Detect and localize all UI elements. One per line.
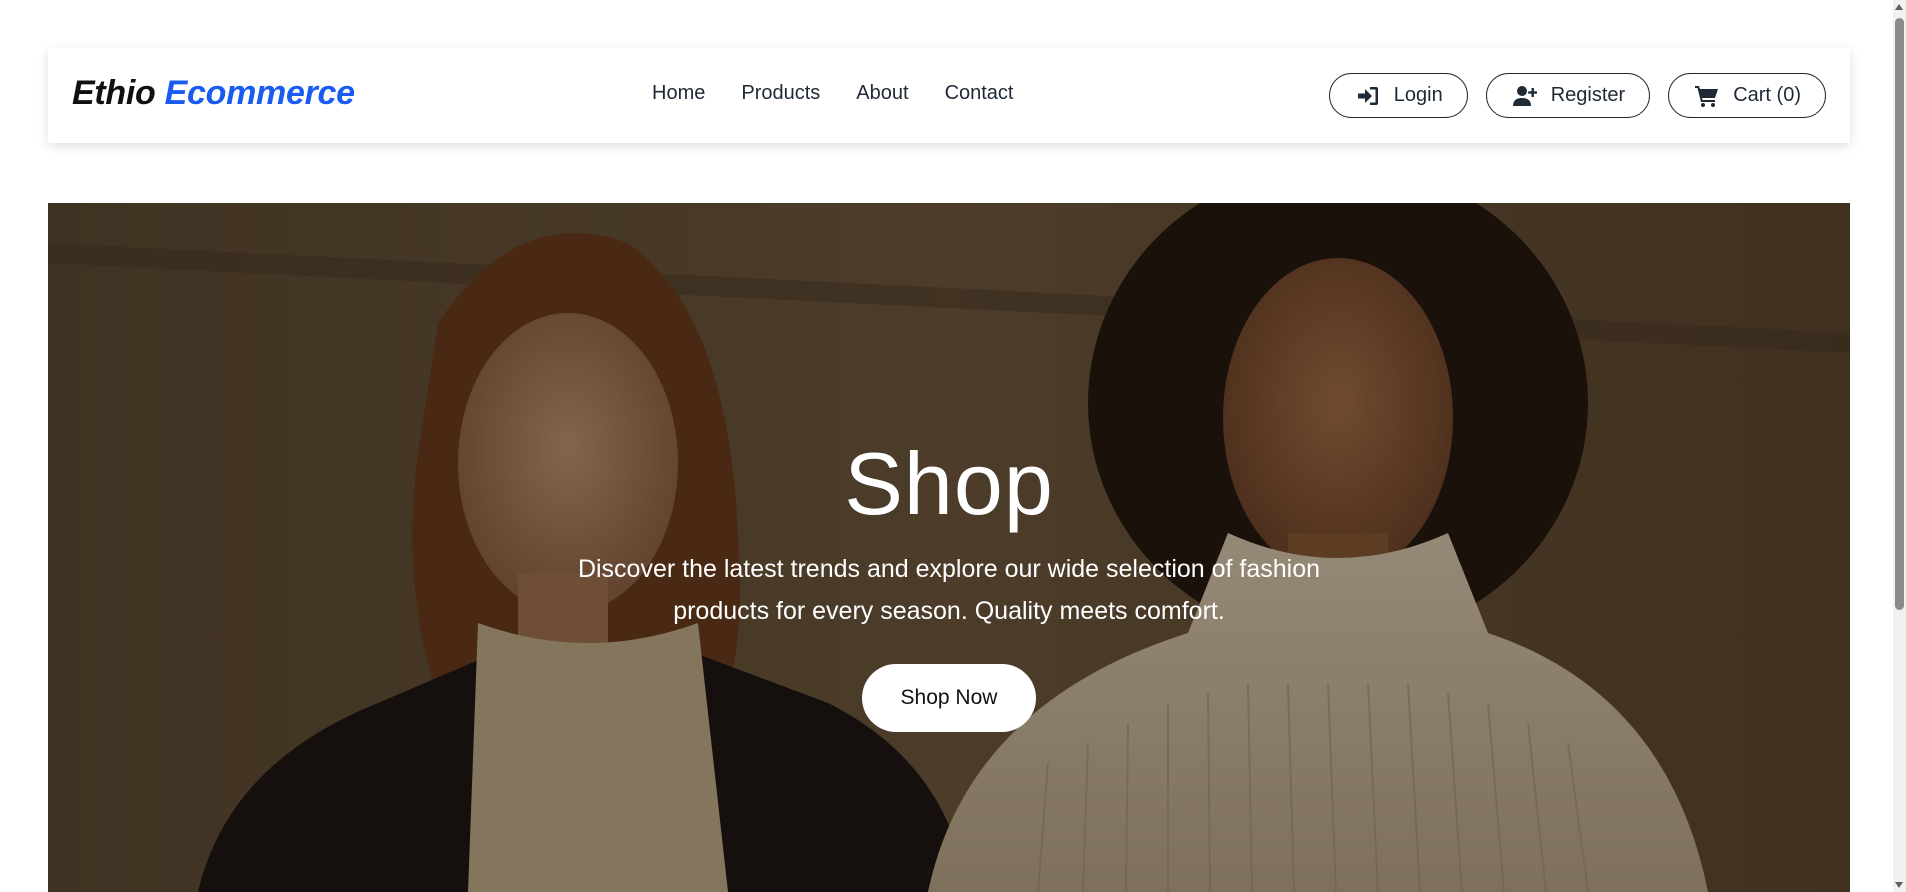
shopping-cart-icon <box>1695 85 1719 107</box>
page: Ethio Ecommerce Home Products About Cont… <box>0 0 1906 892</box>
vertical-scrollbar[interactable] <box>1893 0 1906 892</box>
main-nav: Home Products About Contact <box>652 82 1014 105</box>
sign-in-icon <box>1356 85 1380 107</box>
scroll-down-arrow-icon[interactable] <box>1895 882 1903 888</box>
nav-link-about[interactable]: About <box>856 82 908 105</box>
brand-logo[interactable]: Ethio Ecommerce <box>72 74 355 113</box>
register-label: Register <box>1550 84 1626 106</box>
brand-name-part1: Ethio <box>72 74 156 112</box>
hero-banner: Shop Discover the latest trends and expl… <box>48 203 1850 892</box>
nav-link-contact[interactable]: Contact <box>945 82 1014 105</box>
login-button[interactable]: Login <box>1328 73 1468 118</box>
shop-now-button[interactable]: Shop Now <box>862 664 1036 732</box>
nav-link-products[interactable]: Products <box>741 82 820 105</box>
scroll-up-arrow-icon[interactable] <box>1895 4 1903 10</box>
register-button[interactable]: Register <box>1485 73 1651 118</box>
hero-description: Discover the latest trends and explore o… <box>577 555 1321 625</box>
scroll-thumb[interactable] <box>1895 18 1904 610</box>
login-label: Login <box>1393 84 1443 106</box>
hero-title: Shop <box>844 434 1054 533</box>
user-plus-icon <box>1512 85 1537 107</box>
nav-actions: Login Register Cart (0) <box>1328 73 1826 118</box>
navbar: Ethio Ecommerce Home Products About Cont… <box>48 48 1850 143</box>
nav-link-home[interactable]: Home <box>652 82 705 105</box>
cart-button[interactable]: Cart (0) <box>1668 73 1826 118</box>
cart-label: Cart (0) <box>1733 84 1801 106</box>
brand-name-part2: Ecommerce <box>164 74 355 112</box>
